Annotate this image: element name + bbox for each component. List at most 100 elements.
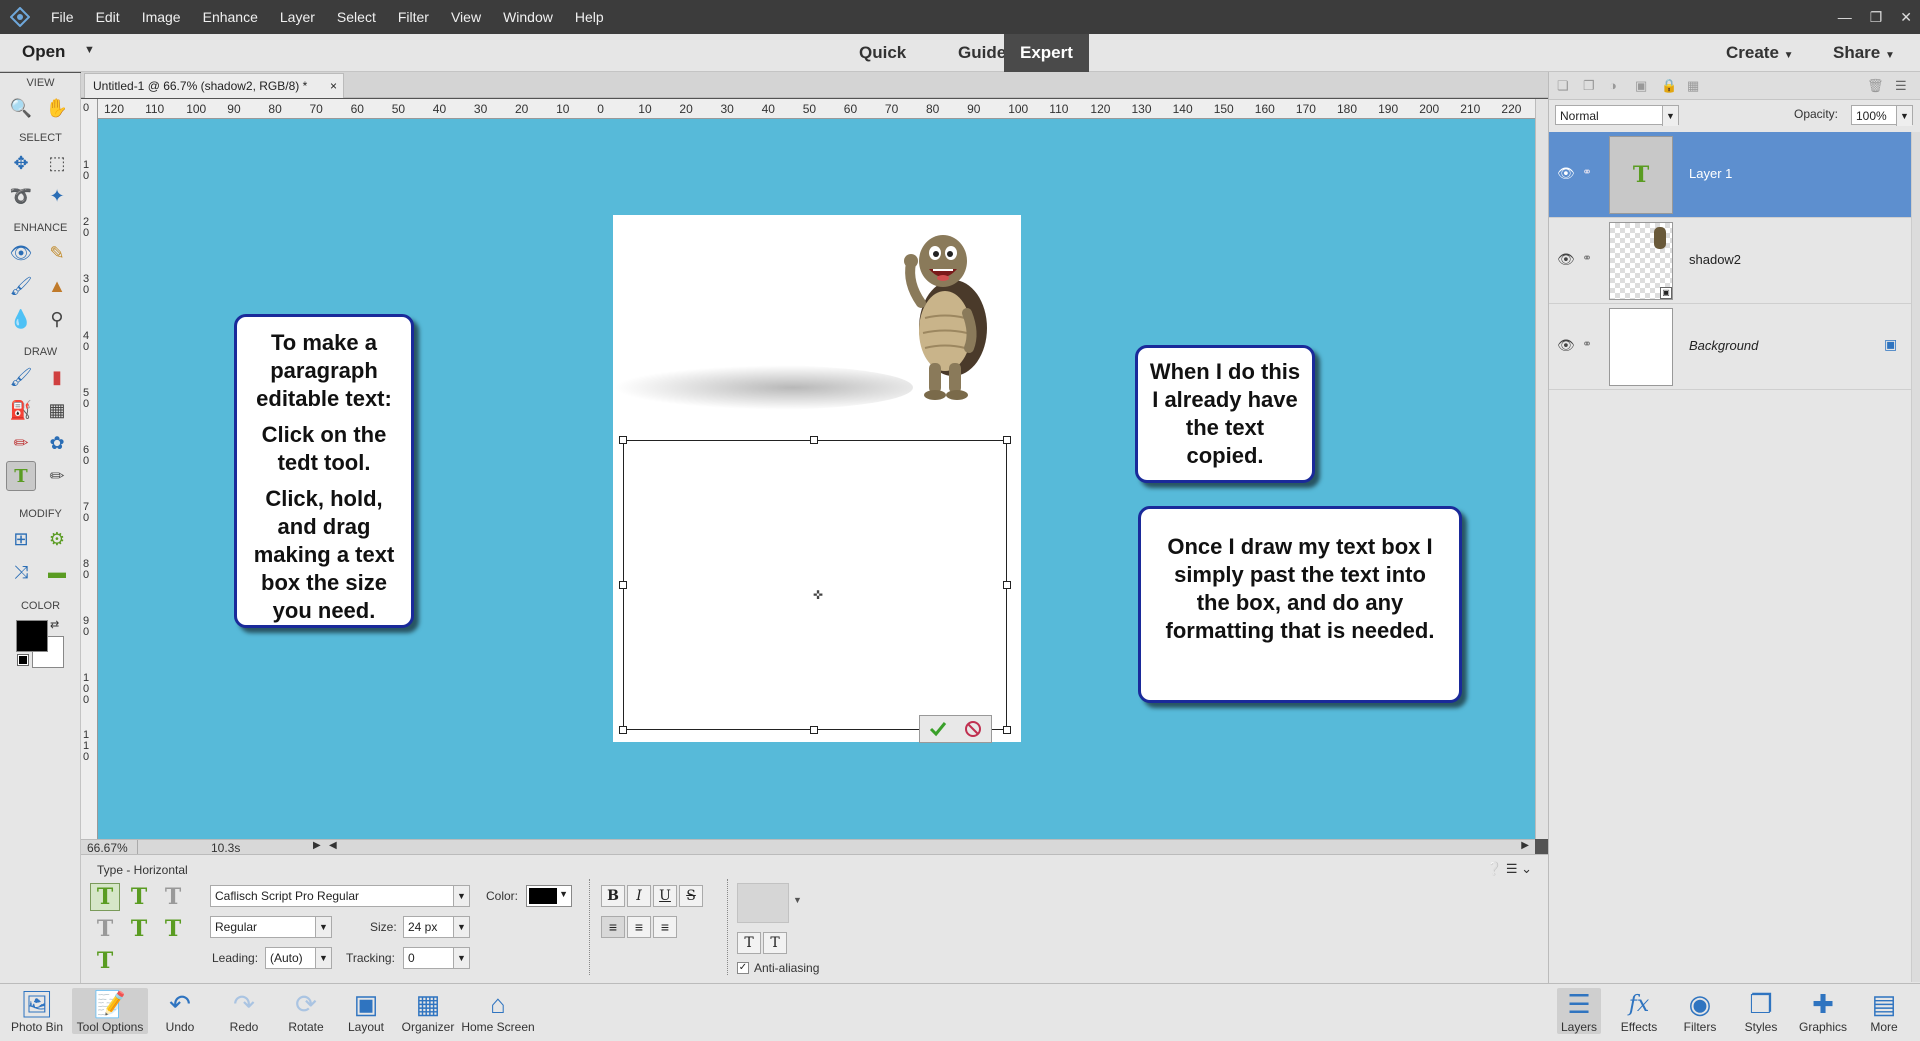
text-on-selection-icon[interactable]: T <box>124 915 154 943</box>
menu-help[interactable]: Help <box>564 9 615 25</box>
text-style-dropdown-icon[interactable]: ▼ <box>793 895 802 905</box>
menu-image[interactable]: Image <box>131 9 192 25</box>
resize-handle[interactable] <box>619 436 627 444</box>
menu-file[interactable]: File <box>40 9 85 25</box>
content-aware-move-tool-icon[interactable]: ⤨ <box>6 557 36 587</box>
photo-bin-button[interactable]: 🖼 Photo Bin <box>6 988 68 1035</box>
open-dropdown-icon[interactable]: ▼ <box>84 44 95 56</box>
background-lock-icon[interactable]: ▣ <box>1884 336 1897 353</box>
trash-icon[interactable]: 🗑 <box>1867 78 1884 94</box>
layer-name[interactable]: Layer 1 <box>1689 166 1732 181</box>
text-style-preview[interactable] <box>737 883 789 923</box>
strikethrough-button[interactable]: S <box>679 885 703 907</box>
layer-row-shadow2[interactable]: 👁 ⚭ ▣ shadow2 <box>1549 218 1911 304</box>
resize-handle[interactable] <box>619 581 627 589</box>
canvas-area[interactable]: ✜ To make a paragraph editable text: Cli… <box>98 119 1535 839</box>
eyedropper-tool-icon[interactable]: ✏ <box>6 428 36 458</box>
paint-bucket-tool-icon[interactable]: ⛽ <box>6 395 36 425</box>
cancel-icon[interactable] <box>956 716 992 742</box>
menu-select[interactable]: Select <box>326 9 387 25</box>
styles-button[interactable]: ❐ Styles <box>1739 988 1783 1035</box>
help-and-menu-icons[interactable]: ❔ ☰ ⌄ <box>1486 861 1532 877</box>
brush-tool-icon[interactable]: 🖌 <box>6 362 36 392</box>
pencil-tool-icon[interactable]: ✏ <box>42 461 72 491</box>
menu-edit[interactable]: Edit <box>85 9 131 25</box>
resize-handle[interactable] <box>1003 726 1011 734</box>
menu-view[interactable]: View <box>440 9 492 25</box>
magic-wand-tool-icon[interactable]: ✦ <box>42 181 72 211</box>
mode-tab-quick[interactable]: Quick <box>843 34 922 72</box>
layer-row-background[interactable]: 👁 ⚭ Background ▣ <box>1549 304 1911 390</box>
red-eye-tool-icon[interactable]: 👁 <box>6 238 36 268</box>
layer-mask-icon[interactable]: ▣ <box>1635 78 1647 94</box>
bold-button[interactable]: B <box>601 885 625 907</box>
healing-brush-tool-icon[interactable]: ✎ <box>42 238 72 268</box>
new-layer-icon[interactable]: ❏ <box>1557 78 1569 94</box>
text-color-picker[interactable]: ▼ <box>526 885 572 907</box>
underline-button[interactable]: U <box>653 885 677 907</box>
resize-handle[interactable] <box>619 726 627 734</box>
gradient-tool-icon[interactable]: ▦ <box>42 395 72 425</box>
blur-tool-icon[interactable]: 💧 <box>6 304 36 334</box>
undo-button[interactable]: ↶ Undo <box>160 988 200 1035</box>
create-button[interactable]: Create ▼ <box>1726 43 1794 63</box>
resize-handle[interactable] <box>1003 436 1011 444</box>
align-center-button[interactable]: ≡ <box>627 916 651 938</box>
hand-tool-icon[interactable]: ✋ <box>42 93 72 123</box>
text-box-frame[interactable] <box>619 436 1011 734</box>
foreground-color-swatch-top[interactable] <box>16 620 48 652</box>
link-icon[interactable]: ⚭ <box>1582 251 1592 265</box>
graphics-button[interactable]: ✚ Graphics <box>1798 988 1848 1035</box>
lock-icon[interactable]: 🔒 <box>1661 78 1677 94</box>
link-icon[interactable]: ⚭ <box>1582 165 1592 179</box>
lasso-tool-icon[interactable]: ➰ <box>6 181 36 211</box>
font-family-select[interactable]: Caflisch Script Pro Regular ▼ <box>210 885 470 907</box>
visibility-eye-icon[interactable]: 👁 <box>1557 165 1575 182</box>
font-size-field[interactable]: 24 px ▼ <box>403 916 470 938</box>
commit-checkmark-icon[interactable] <box>920 716 956 742</box>
menu-filter[interactable]: Filter <box>387 9 440 25</box>
text-warp-button[interactable]: T <box>763 932 787 954</box>
smart-brush-tool-icon[interactable]: 🖌 <box>6 271 36 301</box>
hscroll-left-icon[interactable]: ◀ <box>329 840 337 851</box>
horizontal-type-tool-icon[interactable]: T <box>90 883 120 911</box>
horizontal-type-mask-icon[interactable]: T <box>158 883 188 911</box>
filters-button[interactable]: ◉ Filters <box>1678 988 1722 1035</box>
resize-handle[interactable] <box>810 436 818 444</box>
more-button[interactable]: ▤ More <box>1862 988 1906 1035</box>
visibility-eye-icon[interactable]: 👁 <box>1557 337 1575 354</box>
leading-field[interactable]: (Auto) ▼ <box>265 947 332 969</box>
menu-layer[interactable]: Layer <box>269 9 326 25</box>
status-menu-arrow-icon[interactable]: ▶ <box>313 840 321 851</box>
color-dropdown-icon[interactable]: ▼ <box>559 889 568 899</box>
marquee-tool-icon[interactable]: ⬚ <box>42 148 72 178</box>
custom-shape-tool-icon[interactable]: ✿ <box>42 428 72 458</box>
share-button[interactable]: Share ▼ <box>1833 43 1895 63</box>
zoom-tool-icon[interactable]: 🔍 <box>6 93 36 123</box>
layers-scrollbar[interactable] <box>1911 132 1920 982</box>
text-on-shape-icon[interactable]: T <box>158 915 188 943</box>
minimize-icon[interactable]: — <box>1838 9 1852 25</box>
panel-menu-icon[interactable]: ☰ <box>1895 78 1907 94</box>
adjustment-layer-icon[interactable]: ◑ <box>1609 78 1617 93</box>
text-orientation-button[interactable]: T <box>737 932 761 954</box>
blend-mode-select[interactable]: Normal ▼ <box>1555 105 1679 126</box>
hscroll-right-icon[interactable]: ▶ <box>1521 840 1529 851</box>
move-tool-icon[interactable]: ✥ <box>6 148 36 178</box>
new-group-icon[interactable]: ❐ <box>1583 78 1595 94</box>
redo-button[interactable]: ↷ Redo <box>224 988 264 1035</box>
close-window-icon[interactable]: ✕ <box>1900 9 1912 26</box>
type-tool-icon[interactable]: T <box>6 461 36 491</box>
home-screen-button[interactable]: ⌂ Home Screen <box>460 988 536 1035</box>
resize-handle[interactable] <box>1003 581 1011 589</box>
lock-all-icon[interactable]: ▦ <box>1687 78 1699 94</box>
text-on-path-icon[interactable]: T <box>90 947 120 975</box>
link-icon[interactable]: ⚭ <box>1582 337 1592 351</box>
layers-button[interactable]: ☰ Layers <box>1557 988 1601 1034</box>
menu-enhance[interactable]: Enhance <box>192 9 269 25</box>
align-left-button[interactable]: ≡ <box>601 916 625 938</box>
menu-window[interactable]: Window <box>492 9 564 25</box>
font-style-select[interactable]: Regular ▼ <box>210 916 332 938</box>
visibility-eye-icon[interactable]: 👁 <box>1557 251 1575 268</box>
anti-aliasing-checkbox[interactable]: ✓ <box>737 962 749 974</box>
